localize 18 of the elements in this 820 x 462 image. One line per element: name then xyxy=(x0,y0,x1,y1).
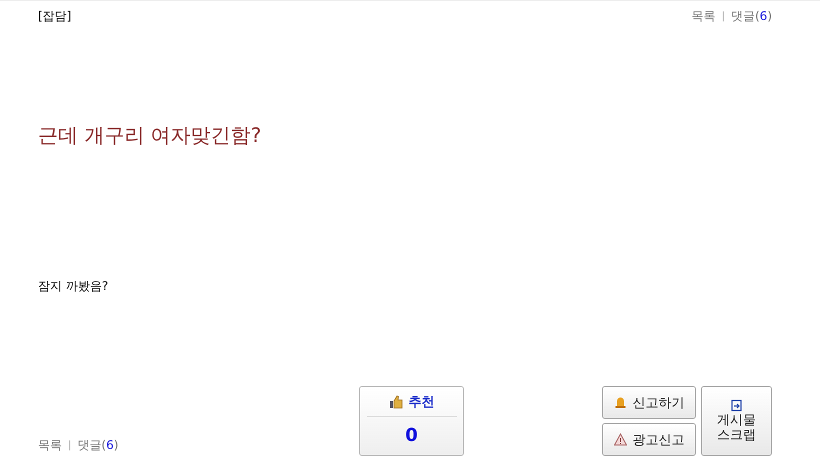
recommend-count: 0 xyxy=(405,425,418,446)
recommend-button[interactable]: 추천 xyxy=(366,387,456,417)
list-link[interactable]: 목록 xyxy=(38,437,62,454)
post-title: 근데 개구리 여자맞긴함? xyxy=(38,122,262,149)
scrap-icon xyxy=(730,398,743,412)
bell-icon xyxy=(614,396,626,409)
separator: | xyxy=(68,440,72,451)
separator: | xyxy=(722,10,725,22)
category-label: [잡담] xyxy=(38,8,72,24)
thumbs-up-icon xyxy=(388,394,402,408)
list-link[interactable]: 목록 xyxy=(692,8,716,24)
ad-report-button[interactable]: 광고신고 xyxy=(602,423,696,456)
scrap-button[interactable]: 게시물 스크랩 xyxy=(701,386,772,456)
report-button[interactable]: 신고하기 xyxy=(602,386,696,419)
comments-link[interactable]: 댓글(6) xyxy=(77,437,118,454)
comments-link[interactable]: 댓글(6) xyxy=(730,8,772,24)
post-body: 잠지 까봤음? xyxy=(38,278,110,295)
warning-icon xyxy=(614,433,626,446)
